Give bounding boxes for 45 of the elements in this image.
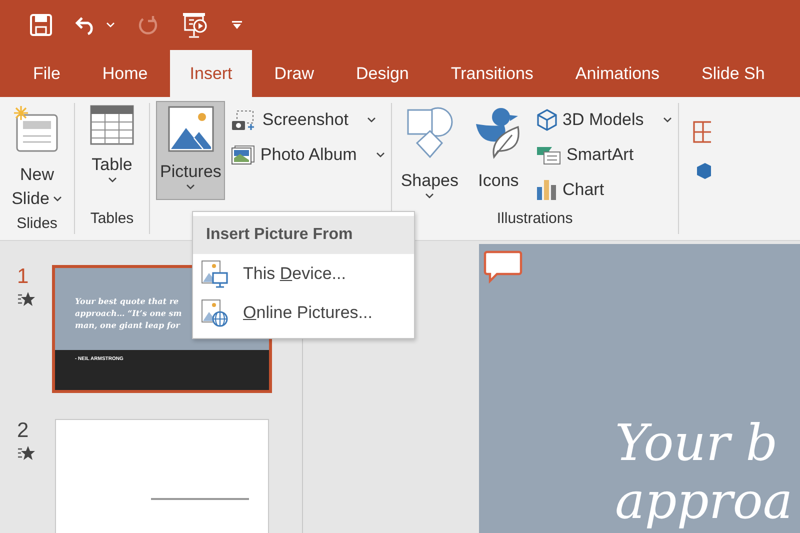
ribbon-button[interactable]: Photo Album	[231, 142, 385, 168]
cube-icon	[536, 109, 558, 131]
menu-header: Insert Picture From	[193, 216, 414, 254]
ribbon-tab[interactable]: File	[13, 50, 80, 97]
shapes-icon	[404, 105, 455, 161]
new-slide-icon	[13, 105, 61, 155]
slide-thumbnail[interactable]	[55, 419, 269, 533]
ribbon-button[interactable]: 3D Models	[536, 107, 672, 133]
group-label: Slides	[16, 215, 58, 232]
ribbon-tab[interactable]: Home	[82, 50, 168, 97]
picture-globe-icon	[201, 298, 229, 326]
ribbon-button[interactable]: Chart	[536, 177, 672, 203]
group-label: Tables	[90, 210, 134, 227]
quote-text: man, one giant leap for	[75, 319, 180, 331]
ribbon-tab[interactable]: Insert	[170, 50, 252, 97]
ribbon-button[interactable]: New Slide	[6, 101, 68, 215]
group-label: Illustrations	[496, 210, 573, 227]
bar-chart-icon	[536, 179, 558, 201]
ribbon-tab[interactable]: Design	[336, 50, 429, 97]
ribbon-button[interactable]: Icons	[468, 101, 530, 210]
ribbon-button[interactable]: Table	[81, 101, 143, 210]
ribbon-button[interactable]: SmartArt	[536, 142, 672, 168]
customize-icon[interactable]	[231, 20, 243, 30]
ribbon-tab[interactable]: Slide Sh	[682, 50, 785, 97]
ribbon-tab[interactable]: Animations	[555, 50, 680, 97]
ribbon-tab[interactable]: Transitions	[430, 50, 554, 97]
ribbon-button[interactable]: Shapes	[398, 101, 462, 210]
photo-album-icon	[231, 145, 256, 165]
slide-number: 1	[17, 265, 29, 289]
picture-icon	[168, 106, 214, 152]
picture-computer-icon	[201, 260, 229, 288]
ribbon-tab[interactable]: Draw	[254, 50, 334, 97]
comment-icon[interactable]	[483, 250, 523, 284]
smartart-icon	[536, 145, 562, 165]
grid-icon[interactable]	[692, 121, 711, 143]
slide-title-text: Your b	[615, 414, 778, 472]
ribbon-button[interactable]: Pictures	[156, 101, 226, 200]
presentation-icon[interactable]	[181, 12, 209, 38]
ribbon-button[interactable]: Screenshot	[231, 107, 385, 133]
quote-text: Your best quote that re	[75, 295, 179, 307]
slide-number: 2	[17, 419, 29, 443]
table-icon	[90, 105, 134, 145]
quote-text: approach… “It’s one sm	[75, 307, 182, 319]
save-icon[interactable]	[30, 14, 52, 36]
slide-title-text: approa	[615, 472, 793, 530]
